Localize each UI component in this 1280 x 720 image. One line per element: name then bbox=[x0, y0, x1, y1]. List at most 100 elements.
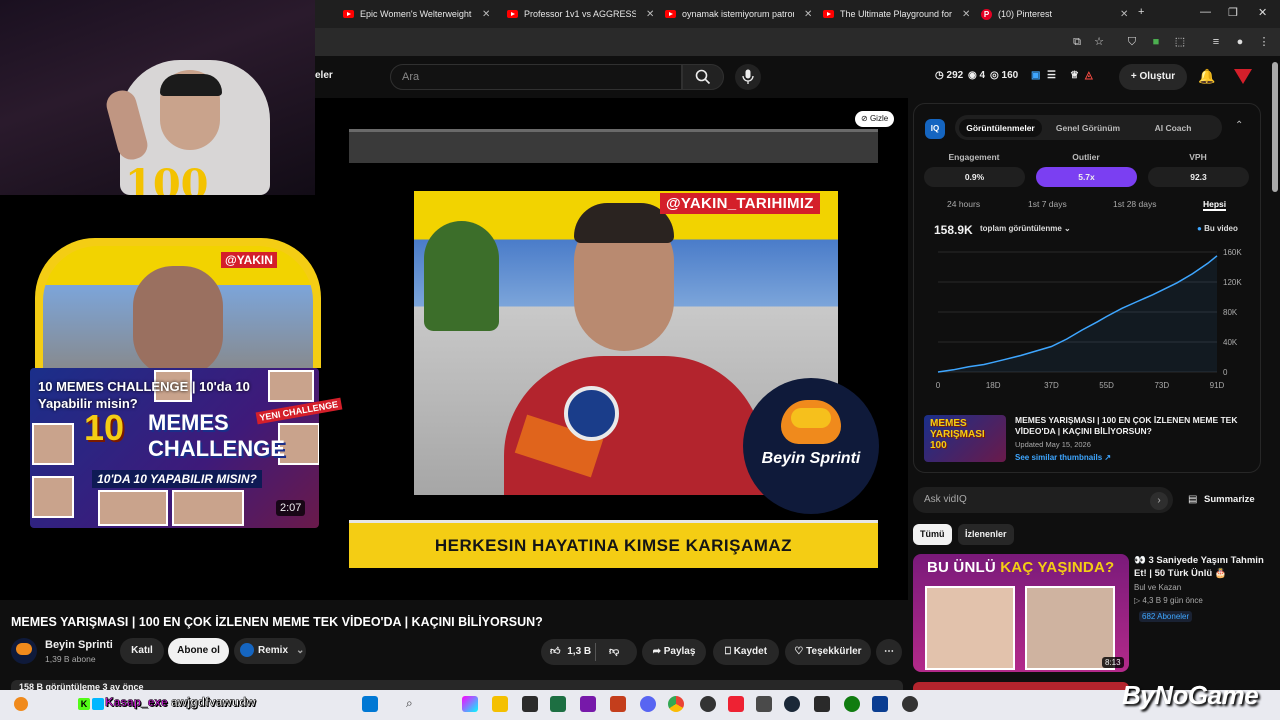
discord-icon[interactable] bbox=[640, 696, 656, 712]
chrome-icon[interactable] bbox=[668, 696, 684, 712]
file-explorer-icon[interactable] bbox=[492, 696, 508, 712]
new-tab-icon[interactable]: + bbox=[1138, 6, 1144, 18]
powerpoint-icon[interactable] bbox=[610, 696, 626, 712]
close-tab-icon[interactable]: ✕ bbox=[962, 9, 970, 20]
excel-icon[interactable] bbox=[550, 696, 566, 712]
scrollbar[interactable] bbox=[1272, 62, 1278, 192]
extension-green-icon[interactable]: ■ bbox=[1149, 35, 1163, 49]
series-area bbox=[938, 255, 1217, 372]
close-tab-icon[interactable]: ✕ bbox=[804, 9, 812, 20]
ea-icon[interactable] bbox=[872, 696, 888, 712]
copilot-icon[interactable] bbox=[462, 696, 478, 712]
streamer-cap bbox=[160, 74, 222, 96]
like-divider bbox=[595, 643, 596, 661]
related-video-channel[interactable]: Bul ve Kazan bbox=[1134, 583, 1181, 592]
range-28d[interactable]: 1st 28 days bbox=[1113, 199, 1156, 209]
stat-b: ◉ 4 bbox=[968, 70, 986, 81]
range-all[interactable]: Hepsi bbox=[1203, 199, 1227, 211]
filter-chip-all[interactable]: Tümü bbox=[913, 524, 952, 545]
see-similar-thumbnails-link[interactable]: See similar thumbnails ↗ bbox=[1015, 453, 1111, 462]
summarize-button[interactable]: Summarize bbox=[1204, 494, 1255, 505]
subscribe-button[interactable]: Abone ol bbox=[168, 638, 229, 664]
browser-tab[interactable]: P (10) Pinterest ✕ bbox=[981, 4, 1131, 24]
metric-engagement-label: Engagement bbox=[948, 152, 1000, 162]
x-tick-label: 0 bbox=[936, 381, 941, 390]
thumbnail-challenge-text: CHALLENGE bbox=[148, 436, 285, 461]
windows-start-icon[interactable] bbox=[362, 696, 378, 712]
alert-icon[interactable]: ◬ bbox=[1085, 70, 1093, 81]
reading-list-icon[interactable]: ≡ bbox=[1209, 35, 1223, 49]
range-24h[interactable]: 24 hours bbox=[947, 199, 980, 209]
tab-views[interactable]: Görüntülenmeler bbox=[959, 119, 1042, 137]
brand-name: Beyin Sprinti bbox=[761, 450, 861, 467]
filter-chip-watched[interactable]: İzlenenler bbox=[958, 524, 1014, 545]
related-video-thumbnail[interactable]: BU ÜNLÜ KAÇ YAŞINDA? bbox=[913, 554, 1129, 672]
bookmark-star-icon[interactable]: ☆ bbox=[1092, 35, 1106, 49]
metric-engagement-value: 0.9% bbox=[924, 167, 1025, 187]
thumbnail-face bbox=[32, 423, 74, 465]
join-button[interactable]: Katıl bbox=[120, 638, 164, 664]
restore-icon[interactable]: ❐ bbox=[1228, 6, 1238, 19]
app-circle-icon[interactable] bbox=[902, 696, 918, 712]
xbox-icon[interactable] bbox=[844, 696, 860, 712]
weather-icon[interactable] bbox=[14, 697, 28, 711]
epic-games-icon[interactable] bbox=[814, 696, 830, 712]
browser-tab[interactable]: Professor 1v1 vs AGGRESSIVE C ✕ bbox=[507, 4, 657, 24]
ask-submit-icon[interactable]: › bbox=[1150, 492, 1168, 510]
stat-a: ◷ 292 bbox=[935, 70, 964, 81]
notifications-bell-icon[interactable]: 🔔 bbox=[1198, 68, 1215, 85]
collapse-chevron-icon[interactable]: ⌃ bbox=[1235, 120, 1243, 131]
views-line-chart: 0 40K 80K 120K 160K 0 18D 37D 55D 73D 91D bbox=[936, 248, 1243, 390]
mini-player-frame[interactable]: @YAKIN bbox=[35, 238, 321, 368]
remix-button[interactable]: Remix ⌄ bbox=[234, 638, 306, 664]
onenote-icon[interactable] bbox=[580, 696, 596, 712]
tree-shape bbox=[424, 221, 499, 331]
minimize-icon[interactable]: — bbox=[1200, 6, 1211, 18]
close-tab-icon[interactable]: ✕ bbox=[646, 9, 654, 20]
tab-overview[interactable]: Genel Görünüm bbox=[1047, 119, 1129, 137]
trophy-icon[interactable]: ♕ bbox=[1070, 70, 1079, 81]
thumbs-up-icon: 👍︎ bbox=[550, 646, 561, 657]
extensions-icon[interactable]: ⬚ bbox=[1173, 35, 1187, 49]
metric-vph-value: 92.3 bbox=[1148, 167, 1249, 187]
close-tab-icon[interactable]: ✕ bbox=[1120, 9, 1128, 20]
close-window-icon[interactable]: ✕ bbox=[1258, 6, 1267, 19]
kick-icon: K bbox=[78, 698, 90, 710]
browser-tab[interactable]: oynamak istemiyorum patron - ✕ bbox=[665, 4, 815, 24]
related-video-title[interactable]: 👀 3 Saniyede Yaşını Tahmin Et! | 50 Türk… bbox=[1134, 554, 1264, 580]
create-button[interactable]: + Oluştur bbox=[1119, 64, 1187, 90]
save-button[interactable]: ⎕ Kaydet bbox=[713, 639, 779, 665]
channel-avatar[interactable] bbox=[11, 638, 37, 664]
cast-icon[interactable]: ⧉ bbox=[1070, 35, 1084, 49]
ask-vidiq-input[interactable]: Ask vidIQ bbox=[913, 487, 1173, 513]
thumbs-down-icon[interactable]: 👎︎ bbox=[609, 639, 619, 665]
calculator-icon[interactable] bbox=[522, 696, 538, 712]
close-tab-icon[interactable]: ✕ bbox=[482, 9, 490, 20]
obs-icon[interactable] bbox=[700, 696, 716, 712]
shield-icon[interactable]: ⛉ bbox=[1125, 35, 1139, 49]
tab-ai-coach[interactable]: AI Coach bbox=[1133, 119, 1213, 137]
app-red-icon[interactable] bbox=[728, 696, 744, 712]
app-grey-icon[interactable] bbox=[756, 696, 772, 712]
range-7d[interactable]: 1st 7 days bbox=[1028, 199, 1067, 209]
video-caption: HERKESIN HAYATINA KIMSE KARIŞAMAZ bbox=[349, 520, 878, 568]
browser-tab[interactable]: The Ultimate Playground for Ge ✕ bbox=[823, 4, 973, 24]
menu-lines-icon[interactable]: ☰ bbox=[1047, 70, 1056, 81]
search-input[interactable]: Ara bbox=[390, 64, 682, 90]
browser-tab[interactable]: Epic Women's Welterweight Clash ✕ bbox=[343, 4, 493, 24]
taskbar-search-icon[interactable]: ⌕ bbox=[406, 696, 422, 712]
more-actions-button[interactable]: ⋯ bbox=[876, 639, 902, 665]
x-tick-label: 55D bbox=[1099, 381, 1114, 390]
vidiq-toolbar-icon[interactable]: ▣ bbox=[1031, 70, 1040, 81]
channel-name[interactable]: Beyin Sprinti bbox=[45, 639, 113, 651]
hide-button[interactable]: ⊘ Gizle bbox=[855, 111, 895, 127]
profile-icon[interactable]: ● bbox=[1233, 35, 1247, 49]
menu-icon[interactable]: ⋮ bbox=[1257, 35, 1271, 49]
share-button[interactable]: ➦ Paylaş bbox=[642, 639, 706, 665]
thanks-button[interactable]: ♡ Teşekkürler bbox=[785, 639, 871, 665]
steam-icon[interactable] bbox=[784, 696, 800, 712]
search-button[interactable] bbox=[682, 64, 724, 90]
views-metric-select[interactable]: toplam görüntülenme ⌄ bbox=[980, 224, 1071, 233]
like-button[interactable]: 👍︎ 1,3 B 👎︎ bbox=[541, 639, 637, 665]
voice-search-button[interactable] bbox=[735, 64, 761, 90]
